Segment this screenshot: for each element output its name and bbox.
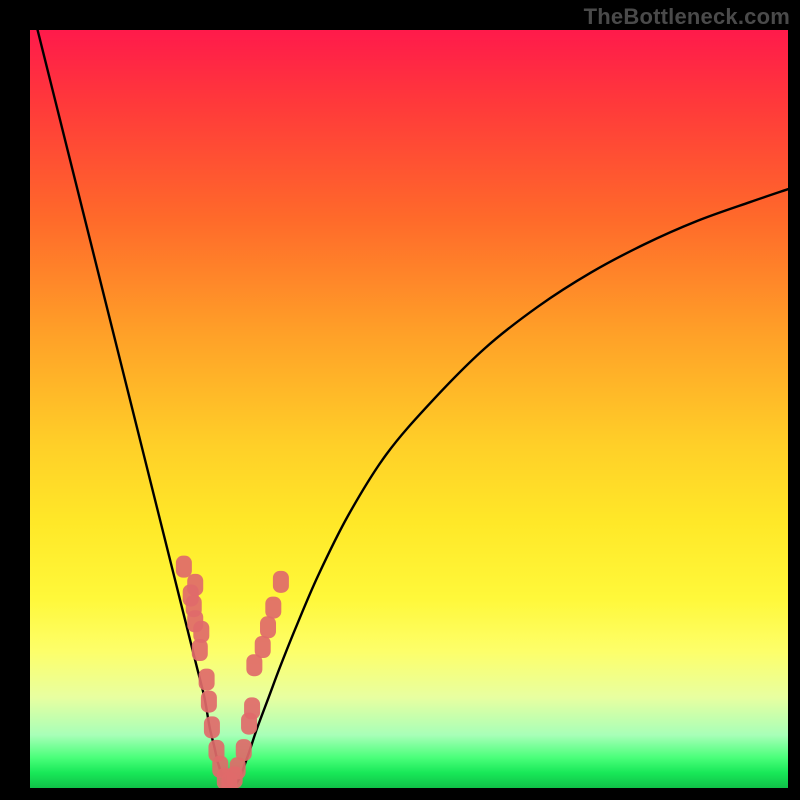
scatter-point — [186, 595, 202, 617]
watermark-text: TheBottleneck.com — [584, 4, 790, 30]
chart-stage: TheBottleneck.com — [0, 0, 800, 800]
chart-svg — [30, 30, 788, 788]
scatter-point — [201, 691, 217, 713]
scatter-point — [255, 636, 271, 658]
scatter-point — [176, 556, 192, 578]
scatter-point — [273, 571, 289, 593]
series-right-curve — [233, 189, 788, 787]
scatter-point — [236, 739, 252, 761]
scatter-point — [265, 597, 281, 619]
scatter-point — [193, 621, 209, 643]
curves-group — [38, 30, 788, 787]
scatter-point — [199, 669, 215, 691]
scatter-point — [187, 574, 203, 596]
scatter-point — [204, 716, 220, 738]
scatter-point — [244, 697, 260, 719]
scatter-point — [260, 616, 276, 638]
scatter-points — [176, 556, 289, 788]
plot-area — [30, 30, 788, 788]
